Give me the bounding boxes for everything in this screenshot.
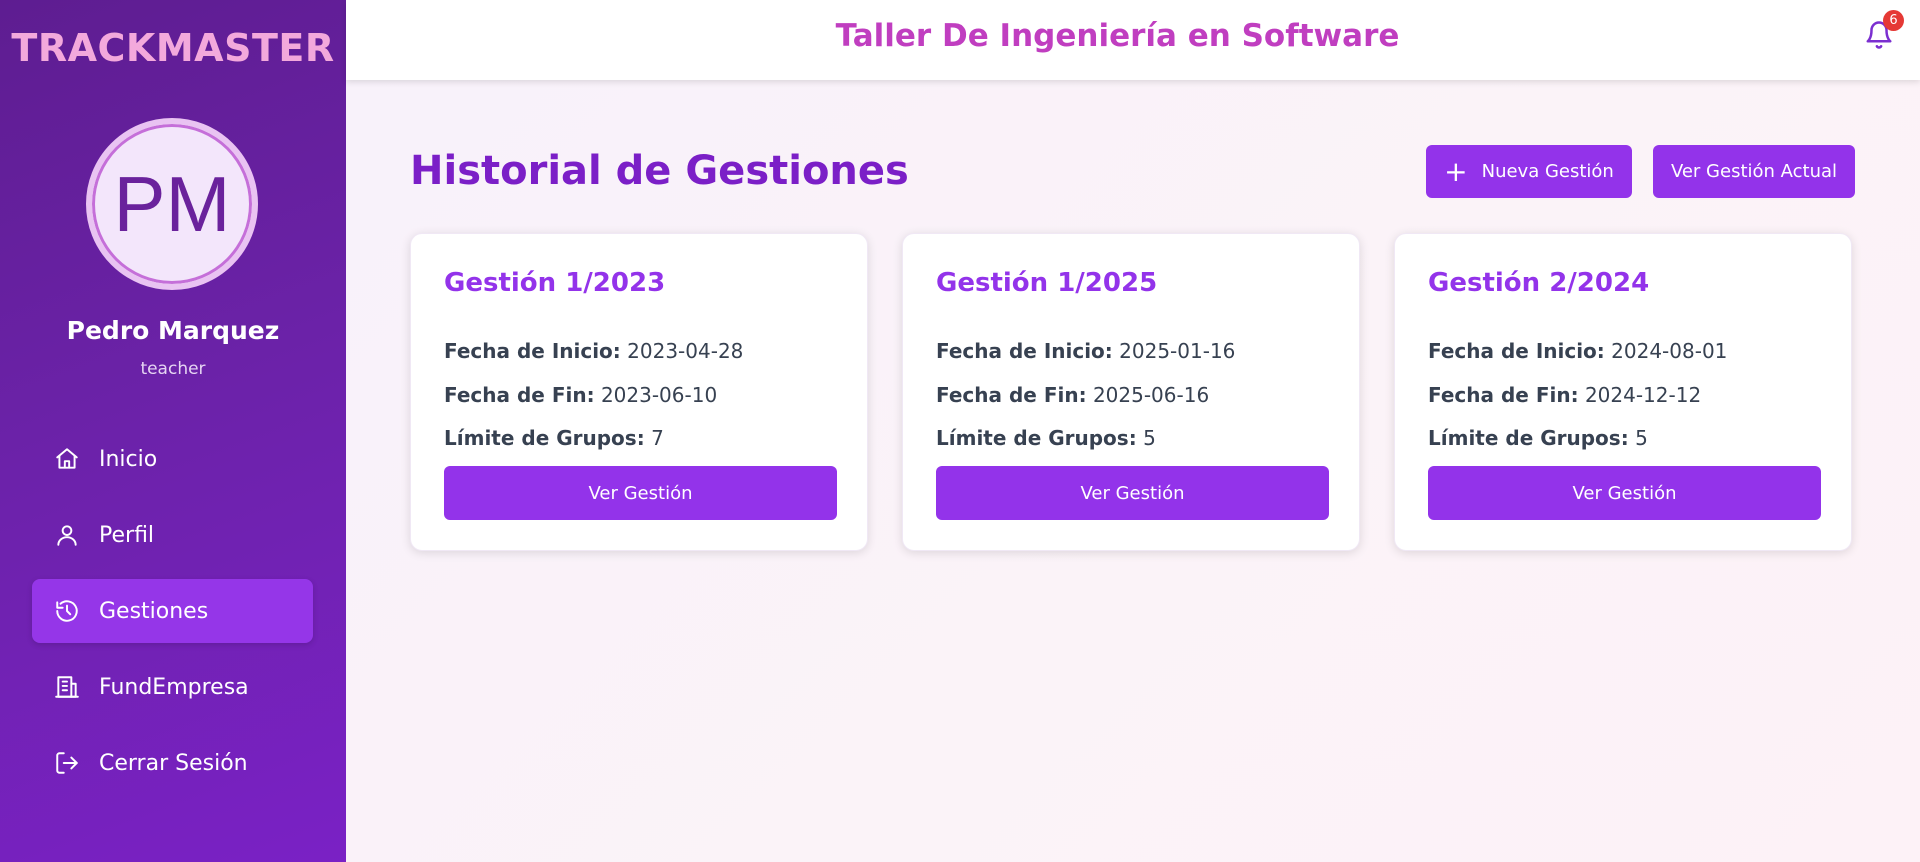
start-date-label: Fecha de Inicio: bbox=[444, 339, 621, 363]
view-gestion-button[interactable]: Ver Gestión bbox=[1428, 466, 1821, 520]
group-limit-value: 5 bbox=[1635, 426, 1648, 450]
brand-logo: TRACKMASTER bbox=[11, 26, 335, 70]
card-title: Gestión 2/2024 bbox=[1428, 268, 1650, 298]
user-icon bbox=[54, 522, 80, 548]
start-date-label: Fecha de Inicio: bbox=[1428, 339, 1605, 363]
gestion-card: Gestión 1/2023 Fecha de Inicio: 2023-04-… bbox=[410, 233, 868, 551]
start-date-label: Fecha de Inicio: bbox=[936, 339, 1113, 363]
card-title: Gestión 1/2023 bbox=[444, 268, 666, 298]
top-header: Taller De Ingeniería en Software 6 bbox=[346, 0, 1920, 80]
avatar-initials: PM bbox=[113, 159, 231, 248]
sidebar-item-perfil[interactable]: Perfil bbox=[32, 503, 313, 567]
plus-icon: + bbox=[1444, 154, 1468, 188]
group-limit-row: Límite de Grupos: 5 bbox=[1428, 426, 1648, 450]
end-date-value: 2025-06-16 bbox=[1092, 383, 1210, 407]
logout-icon bbox=[54, 750, 80, 776]
gestion-card: Gestión 1/2025 Fecha de Inicio: 2025-01-… bbox=[902, 233, 1360, 551]
header-title: Taller De Ingeniería en Software bbox=[835, 18, 1400, 54]
gestion-card: Gestión 2/2024 Fecha de Inicio: 2024-08-… bbox=[1394, 233, 1852, 551]
start-date-value: 2024-08-01 bbox=[1611, 339, 1728, 363]
view-gestion-button[interactable]: Ver Gestión bbox=[936, 466, 1329, 520]
sidebar-item-label: Cerrar Sesión bbox=[99, 750, 248, 776]
start-date-row: Fecha de Inicio: 2023-04-28 bbox=[444, 339, 743, 363]
home-icon bbox=[54, 446, 80, 472]
end-date-row: Fecha de Fin: 2024-12-12 bbox=[1428, 383, 1701, 407]
end-date-row: Fecha de Fin: 2025-06-16 bbox=[936, 383, 1209, 407]
end-date-value: 2023-06-10 bbox=[600, 383, 718, 407]
building-icon bbox=[54, 674, 80, 700]
current-gestion-button[interactable]: Ver Gestión Actual bbox=[1653, 145, 1855, 198]
group-limit-label: Límite de Grupos: bbox=[444, 426, 645, 450]
end-date-label: Fecha de Fin: bbox=[1428, 383, 1579, 407]
sidebar-item-label: Inicio bbox=[99, 446, 158, 472]
sidebar-item-cerrar-sesion[interactable]: Cerrar Sesión bbox=[32, 731, 313, 795]
end-date-value: 2024-12-12 bbox=[1584, 383, 1702, 407]
start-date-row: Fecha de Inicio: 2024-08-01 bbox=[1428, 339, 1727, 363]
group-limit-row: Límite de Grupos: 7 bbox=[444, 426, 664, 450]
end-date-row: Fecha de Fin: 2023-06-10 bbox=[444, 383, 717, 407]
group-limit-row: Límite de Grupos: 5 bbox=[936, 426, 1156, 450]
sidebar-item-label: Gestiones bbox=[99, 598, 209, 624]
card-title: Gestión 1/2025 bbox=[936, 268, 1158, 298]
group-limit-value: 7 bbox=[651, 426, 664, 450]
new-gestion-button[interactable]: + Nueva Gestión bbox=[1426, 145, 1632, 198]
notification-badge: 6 bbox=[1883, 10, 1904, 31]
start-date-row: Fecha de Inicio: 2025-01-16 bbox=[936, 339, 1235, 363]
end-date-label: Fecha de Fin: bbox=[936, 383, 1087, 407]
new-gestion-label: Nueva Gestión bbox=[1481, 161, 1614, 182]
page-title: Historial de Gestiones bbox=[410, 148, 909, 194]
group-limit-label: Límite de Grupos: bbox=[1428, 426, 1629, 450]
start-date-value: 2025-01-16 bbox=[1119, 339, 1236, 363]
view-gestion-button[interactable]: Ver Gestión bbox=[444, 466, 837, 520]
avatar: PM bbox=[86, 118, 258, 290]
sidebar-item-label: FundEmpresa bbox=[99, 674, 249, 700]
sidebar-item-fundempresa[interactable]: FundEmpresa bbox=[32, 655, 313, 719]
user-name: Pedro Marquez bbox=[66, 316, 280, 345]
sidebar: TRACKMASTER PM Pedro Marquez teacher Ini… bbox=[0, 0, 346, 862]
sidebar-item-label: Perfil bbox=[99, 522, 155, 548]
user-role: teacher bbox=[140, 359, 206, 379]
sidebar-item-gestiones[interactable]: Gestiones bbox=[32, 579, 313, 643]
group-limit-label: Límite de Grupos: bbox=[936, 426, 1137, 450]
history-icon bbox=[54, 598, 80, 624]
group-limit-value: 5 bbox=[1143, 426, 1156, 450]
sidebar-item-inicio[interactable]: Inicio bbox=[32, 427, 313, 491]
end-date-label: Fecha de Fin: bbox=[444, 383, 595, 407]
start-date-value: 2023-04-28 bbox=[627, 339, 744, 363]
sidebar-nav: Inicio Perfil Gestiones FundEmpresa Cerr… bbox=[32, 427, 313, 807]
